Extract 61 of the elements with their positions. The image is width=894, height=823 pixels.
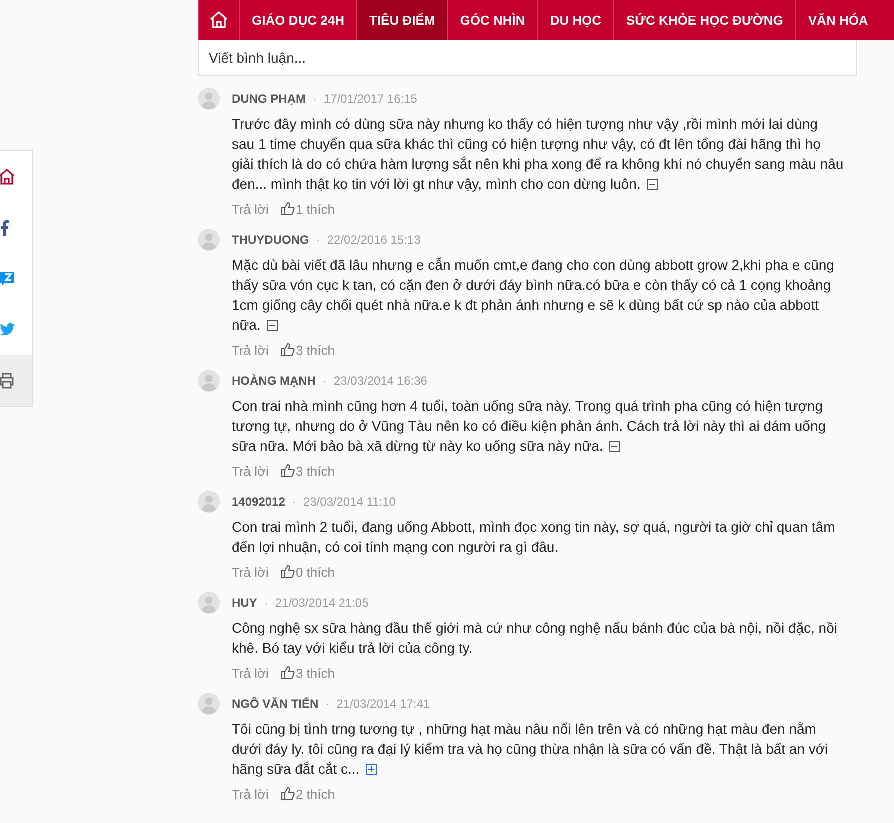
avatar-icon <box>198 88 220 110</box>
separator-dot: · <box>292 495 296 509</box>
reply-link[interactable]: Trả lời <box>232 666 269 680</box>
reply-link[interactable]: Trả lời <box>232 342 269 358</box>
like-button[interactable]: 3 thích <box>280 464 335 478</box>
expand-icon[interactable] <box>366 764 377 775</box>
separator-dot: · <box>316 233 320 247</box>
reply-link[interactable]: Trả lời <box>232 786 269 802</box>
collapse-icon[interactable] <box>646 179 658 190</box>
separator-dot: · <box>323 374 327 388</box>
comment-text: Con trai mình 2 tuổi, đang uống Abbott, mình đọc xong tin này, sợ quá, người ta giờ chỉ quan tâm đến lợi nhuận, có coi tính mạng con người ra gì đâu. <box>232 518 836 557</box>
separator-dot: · <box>264 596 268 610</box>
comment-author: DUNG PHẠM <box>232 92 306 106</box>
collapse-icon[interactable] <box>609 441 620 452</box>
zalo-icon <box>0 270 14 286</box>
comment-text: Con trai nhà mình cũng hơn 4 tuổi, toàn uống sữa này. Trong quá trình pha cũng có hiện tượng tương tự, nhưng do ở Vũng Tàu nên ko có điều kiện phản ánh. Cách trả lời này thì ai dám uống sữa nữa. Mới bảo bà xã dừng từ này ko uống sữa này nữa. <box>232 397 827 456</box>
print-icon <box>0 372 14 388</box>
comment-text: Mặc dù bài viết đã lâu nhưng e cẫn muốn cmt,e đang cho con dùng abbott grow 2,khi pha e cũng thấy sữa vón cục k tan, có cặn đen ở dưới đáy bình nữa.có bữa e còn thấy có cả 1 cọng khoảng 1cm giống cây chổi quét nhà nữa.e k đt phản ánh nhưng e sẽ k dùng bất cứ sp nào của abbott nữa. <box>232 256 836 335</box>
comment-time: 21/03/2014 17:41 <box>336 697 430 711</box>
comment-time: 17/01/2017 16:15 <box>324 92 418 106</box>
like-button[interactable]: 2 thích <box>280 786 335 802</box>
avatar-icon <box>198 592 220 614</box>
comment-author: NGÔ VĂN TIẾN <box>232 697 319 711</box>
thumbs-up-icon <box>280 565 295 579</box>
facebook-icon <box>0 220 9 236</box>
reply-link[interactable]: Trả lời <box>232 464 269 478</box>
avatar-icon <box>198 693 220 715</box>
reply-link[interactable]: Trả lời <box>232 564 269 580</box>
thumbs-up-icon <box>280 666 295 680</box>
separator-dot: · <box>326 697 330 711</box>
comment-author: HUY <box>232 596 258 610</box>
comment-author: HOÀNG MẠNH <box>232 374 316 388</box>
comment-time: 23/03/2014 11:10 <box>303 495 396 509</box>
home-icon <box>210 11 228 29</box>
share-button[interactable] <box>0 355 32 406</box>
avatar-icon <box>198 229 220 251</box>
like-button[interactable]: 3 thích <box>280 342 335 358</box>
thumbs-up-icon <box>280 343 295 357</box>
thumbs-up-icon <box>280 202 295 216</box>
thumbs-up-icon <box>280 787 295 801</box>
separator-dot: · <box>313 92 317 106</box>
comment-author: THUYDUONG <box>232 233 310 247</box>
home-icon <box>0 168 14 184</box>
thumbs-up-icon <box>280 464 295 478</box>
comment-text: Công nghệ sx sữa hàng đầu thế giới mà cứ như công nghệ nấu bánh đúc của bà nội, nồi đặc, nồi khê. Bó tay với kiểu trả lời của công ty. <box>232 619 838 658</box>
collapse-icon[interactable] <box>266 320 278 331</box>
like-button[interactable]: 0 thích <box>280 564 335 580</box>
nav-tab[interactable]: TIÊU ĐIỂM <box>356 0 448 40</box>
comment-text: Tôi cũng bị tình trng tương tự , những hạt màu nâu nổi lên trên và có những hạt màu đen nằm dưới đáy ly. tôi cũng ra đại lý kiểm tra và họ cũng thừa nhận là sữa có vấn đề. Thật là bất an với hãng sữa đắt cắt c... <box>232 720 830 779</box>
avatar-icon <box>198 370 220 392</box>
like-button[interactable]: 1 thích <box>280 202 335 216</box>
comment-time: 23/03/2014 16:36 <box>334 374 428 388</box>
twitter-icon <box>0 323 15 336</box>
comment-author: 14092012 <box>232 495 286 509</box>
avatar-icon <box>198 491 220 513</box>
like-button[interactable]: 3 thích <box>280 666 335 680</box>
comment-time: 22/02/2016 15:13 <box>327 233 421 247</box>
comment-text: Trước đây mình có dùng sữa này nhưng ko thấy có hiện tượng như vậy ,rồi mình mới lai dùng sau 1 time chuyển qua sữa khác thì cũng có hiện tượng như vậy, có đt lên tổng đài hãng thì họ giải thích là do có chứa hàm lượng sắt nên khi pha xong để ra không khí nó chuyển sang màu nâu đen... mình thật ko tin với lời gt như vậy, mình cho con dừng luôn. <box>232 115 844 194</box>
comment-field[interactable]: Viết bình luận... <box>198 40 857 76</box>
comment-time: 21/03/2014 21:05 <box>275 596 369 610</box>
reply-link[interactable]: Trả lời <box>232 202 269 216</box>
